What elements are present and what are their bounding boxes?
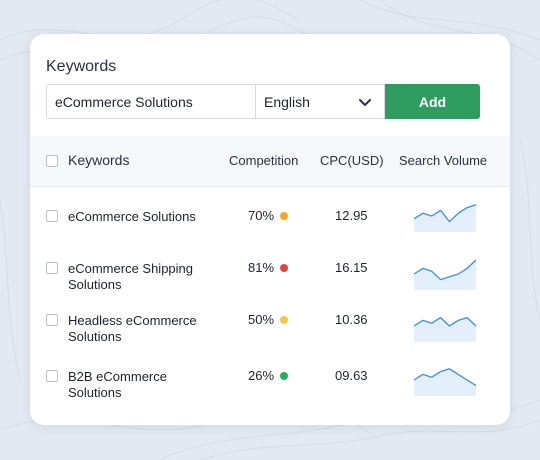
language-select[interactable]: English	[255, 84, 385, 119]
keyword-input[interactable]	[46, 84, 256, 119]
sparkline-area	[414, 204, 476, 232]
chevron-down-icon	[359, 99, 371, 106]
keyword-name: B2B eCommerce Solutions	[68, 369, 167, 400]
competition-percent: 26%	[248, 368, 275, 383]
competition-dot	[280, 315, 289, 324]
sparkline-area	[414, 368, 476, 396]
cpc-value: 16.15	[335, 260, 368, 275]
keyword-name: eCommerce Shipping Solutions	[68, 261, 194, 292]
competition-value: 50%	[248, 312, 289, 327]
search-volume-sparkline	[413, 368, 477, 396]
search-volume-sparkline	[413, 316, 477, 342]
cpc-value: 09.63	[335, 368, 368, 383]
competition-value: 70%	[248, 208, 289, 223]
row-checkbox[interactable]	[46, 210, 58, 222]
competition-dot	[280, 371, 289, 380]
table-header: Keywords Competition CPC(USD) Search Vol…	[30, 136, 510, 187]
search-volume-sparkline	[413, 259, 477, 290]
card-title: Keywords	[46, 58, 117, 75]
keyword-name: Headless eCommerce Solutions	[68, 313, 197, 344]
keyword-search-row: English Add	[46, 84, 480, 119]
header-search-volume[interactable]: Search Volume	[399, 153, 487, 168]
row-checkbox[interactable]	[46, 314, 58, 326]
header-competition[interactable]: Competition	[229, 153, 298, 168]
competition-dot	[280, 263, 289, 272]
competition-dot	[280, 211, 289, 220]
competition-value: 26%	[248, 368, 289, 383]
row-checkbox[interactable]	[46, 370, 58, 382]
header-keywords[interactable]: Keywords	[68, 152, 129, 168]
sparkline-area	[414, 260, 476, 290]
language-value: English	[264, 93, 310, 110]
search-volume-sparkline	[413, 204, 477, 232]
competition-percent: 50%	[248, 312, 275, 327]
keyword-name: eCommerce Solutions	[68, 209, 196, 224]
competition-percent: 81%	[248, 260, 275, 275]
competition-value: 81%	[248, 260, 289, 275]
add-button[interactable]: Add	[385, 84, 480, 119]
cpc-value: 10.36	[335, 312, 368, 327]
cpc-value: 12.95	[335, 208, 368, 223]
select-all-checkbox[interactable]	[46, 155, 58, 167]
competition-percent: 70%	[248, 208, 275, 223]
header-cpc[interactable]: CPC(USD)	[320, 153, 384, 168]
row-checkbox[interactable]	[46, 262, 58, 274]
keywords-card: Keywords English Add Keywords Competitio…	[30, 34, 510, 425]
